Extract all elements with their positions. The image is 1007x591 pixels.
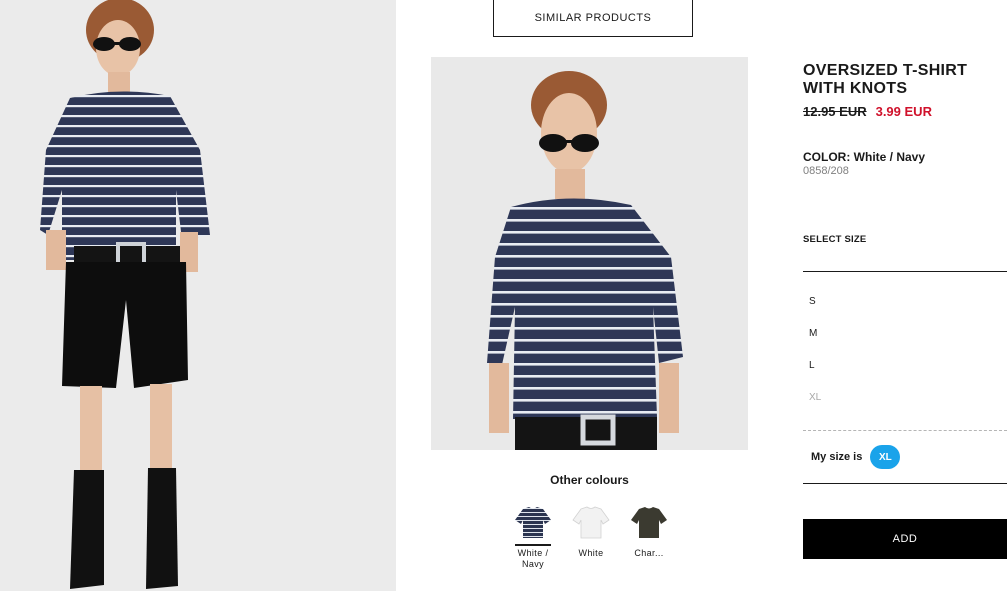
divider	[803, 430, 1007, 431]
color-label: COLOR:	[803, 150, 851, 164]
reference-code: 0858/208	[803, 165, 849, 177]
swatch-label: White / Navy	[517, 548, 549, 569]
size-list: S M L XL	[803, 286, 1007, 414]
similar-products-button[interactable]: SIMILAR PRODUCTS	[493, 0, 693, 37]
size-option-xl[interactable]: XL	[803, 382, 1007, 414]
my-size-row: My size is XL	[811, 445, 901, 469]
colour-swatch-charcoal[interactable]: Char...	[627, 506, 671, 570]
add-to-cart-button[interactable]: ADD	[803, 519, 1007, 559]
swatch-label: White	[578, 548, 604, 558]
size-option-s[interactable]: S	[803, 286, 1007, 318]
model-upper-body-illustration	[431, 57, 748, 450]
color-info: COLOR: White / Navy	[803, 150, 925, 164]
colour-swatch-white-navy[interactable]: White / Navy	[511, 506, 555, 570]
my-size-badge[interactable]: XL	[870, 445, 901, 469]
size-option-l[interactable]: L	[803, 350, 1007, 382]
white-tshirt-icon	[572, 506, 610, 539]
colour-swatch-list: White / Navy White Char...	[511, 506, 671, 570]
striped-tshirt-icon	[515, 507, 551, 538]
select-size-heading: SELECT SIZE	[803, 234, 867, 245]
other-colours-heading: Other colours	[550, 473, 629, 487]
my-size-label: My size is	[811, 451, 863, 463]
sale-price: 3.99 EUR	[875, 104, 932, 119]
colour-swatch-white[interactable]: White	[569, 506, 613, 570]
swatch-label: Char...	[634, 548, 664, 558]
model-full-body-illustration	[0, 0, 396, 591]
selected-underline	[515, 544, 551, 546]
product-title: OVERSIZED T-SHIRT WITH KNOTS	[803, 62, 968, 97]
product-info-panel: OVERSIZED T-SHIRT WITH KNOTS 12.95 EUR 3…	[803, 0, 1007, 591]
divider	[803, 271, 1007, 272]
charcoal-tshirt-icon	[631, 507, 667, 538]
color-value: White / Navy	[853, 150, 926, 164]
product-hero-image[interactable]	[0, 0, 396, 591]
product-main-image[interactable]	[431, 57, 748, 450]
original-price: 12.95 EUR	[803, 104, 867, 119]
selected-underline	[573, 544, 609, 546]
size-option-m[interactable]: M	[803, 318, 1007, 350]
price-block: 12.95 EUR 3.99 EUR	[803, 104, 932, 119]
selected-underline	[631, 544, 667, 546]
divider	[803, 483, 1007, 484]
